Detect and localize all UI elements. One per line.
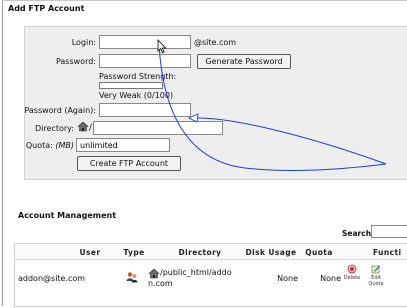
- create-ftp-account-button[interactable]: Create FTP Account: [77, 156, 181, 171]
- col-quota[interactable]: Quota: [299, 248, 339, 257]
- quota-unit: (MB): [55, 141, 74, 150]
- password-strength-meter: [99, 82, 163, 89]
- login-label: Login:: [71, 38, 96, 47]
- search-label: Search: [342, 229, 372, 238]
- quota-label-text: Quota:: [25, 141, 56, 150]
- password-strength-label: Password Strength:: [99, 72, 177, 81]
- col-functions: Functi: [373, 248, 402, 257]
- col-directory[interactable]: Directory: [165, 248, 235, 257]
- directory-label: Directory:: [35, 124, 74, 133]
- generate-password-button[interactable]: Generate Password: [197, 54, 291, 69]
- delete-action[interactable]: Delete: [343, 264, 361, 286]
- row-directory-line1: /public_html/addo: [160, 268, 232, 277]
- home-icon: [77, 121, 89, 132]
- search-input[interactable]: [371, 225, 407, 238]
- mouse-cursor-icon: [157, 39, 167, 54]
- password-strength-text: Very Weak (0/100): [99, 91, 174, 100]
- login-input[interactable]: [99, 35, 191, 49]
- home-icon: [148, 268, 160, 279]
- account-management-heading: Account Management: [18, 211, 117, 220]
- col-disk-usage[interactable]: Disk Usage: [237, 248, 305, 257]
- edit-quota-action[interactable]: Edit Quota: [367, 264, 385, 287]
- password-again-label: Password (Again):: [24, 106, 96, 115]
- row-quota: None: [320, 274, 341, 283]
- row-disk-usage: None: [277, 274, 298, 283]
- row-user: addon@site.com: [18, 274, 86, 283]
- password-label: Password:: [55, 57, 96, 66]
- quota-input[interactable]: [76, 138, 170, 152]
- edit-quota-label: Edit Quota: [368, 275, 384, 287]
- edit-quota-icon: [371, 265, 381, 274]
- directory-input[interactable]: [93, 121, 223, 135]
- delete-icon: [347, 264, 357, 274]
- users-icon: [126, 272, 138, 283]
- delete-label: Delete: [343, 275, 361, 281]
- password-again-input[interactable]: [99, 103, 191, 117]
- row-directory-line2: n.com: [148, 279, 173, 288]
- table-row: addon@site.com /public_html/addo n.com N…: [15, 260, 407, 308]
- password-input[interactable]: [99, 54, 191, 68]
- col-type[interactable]: Type: [117, 248, 151, 257]
- col-user[interactable]: User: [55, 248, 125, 257]
- domain-suffix: @site.com: [194, 38, 237, 47]
- add-ftp-heading: Add FTP Account: [8, 4, 85, 13]
- accounts-table: User Type Directory Disk Usage Quota Fun…: [14, 243, 407, 307]
- quota-label: Quota: (MB): [22, 141, 74, 150]
- directory-slash: /: [89, 123, 93, 133]
